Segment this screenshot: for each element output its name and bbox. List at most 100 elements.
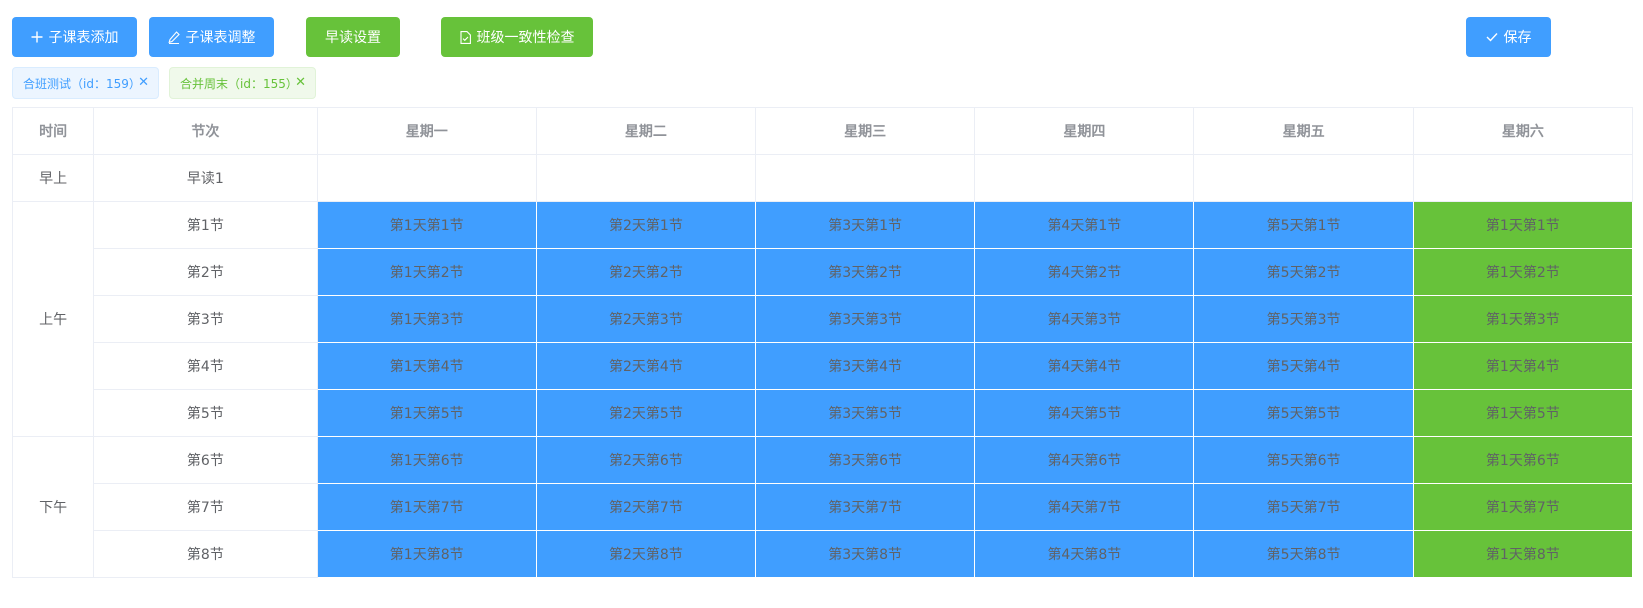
- close-icon[interactable]: ✕: [295, 75, 306, 90]
- table-row: 第2节 第1天第2节 第2天第2节 第3天第2节 第4天第2节 第5天第2节 第…: [13, 248, 1634, 296]
- tag-label: 合班测试（id：159）: [23, 76, 141, 91]
- schedule-cell[interactable]: [535, 154, 757, 202]
- document-check-icon: [459, 30, 471, 44]
- column-header-slot: 节次: [93, 107, 318, 155]
- edit-icon: [167, 30, 180, 44]
- tag-merged-weekend: 合并周末（id：155） ✕: [169, 67, 316, 99]
- schedule-cell[interactable]: 第4天第5节: [974, 389, 1195, 437]
- schedule-cell[interactable]: 第3天第4节: [755, 342, 976, 390]
- save-label: 保存: [1503, 30, 1532, 46]
- table-row: 下午 第6节 第1天第6节 第2天第6节 第3天第6节 第4天第6节 第5天第6…: [11, 436, 1634, 578]
- schedule-cell[interactable]: 第1天第1节: [316, 201, 537, 249]
- schedule-cell[interactable]: [974, 154, 1195, 202]
- column-header-wednesday: 星期三: [755, 107, 976, 155]
- schedule-cell[interactable]: 第1天第4节: [1412, 342, 1634, 390]
- schedule-cell[interactable]: 第4天第7节: [974, 483, 1195, 531]
- tag-merged-class-test: 合班测试（id：159） ✕: [12, 67, 159, 99]
- table-row: 第5节 第1天第5节 第2天第5节 第3天第5节 第4天第5节 第5天第5节 第…: [13, 389, 1634, 437]
- schedule-cell[interactable]: 第2天第5节: [535, 389, 757, 437]
- schedule-cell[interactable]: 第2天第8节: [535, 530, 757, 578]
- schedule-cell[interactable]: 第5天第5节: [1193, 389, 1414, 437]
- table-header-row: 时间 节次 星期一 星期二 星期三 星期四 星期五 星期六: [11, 107, 1634, 155]
- add-subschedule-label: 子课表添加: [48, 30, 119, 46]
- schedule-cell[interactable]: 第1天第4节: [316, 342, 537, 390]
- schedule-cell[interactable]: 第4天第2节: [974, 248, 1195, 296]
- schedule-cell[interactable]: [316, 154, 537, 202]
- schedule-cell[interactable]: 第1天第5节: [1412, 389, 1634, 437]
- schedule-cell[interactable]: [1412, 154, 1634, 202]
- morning-reading-settings-button[interactable]: 早读设置: [306, 17, 400, 57]
- schedule-cell[interactable]: [755, 154, 976, 202]
- schedule-cell[interactable]: 第1天第1节: [1412, 201, 1634, 249]
- schedule-cell[interactable]: 第4天第6节: [974, 436, 1195, 484]
- column-header-saturday: 星期六: [1412, 107, 1634, 155]
- schedule-cell[interactable]: 第1天第8节: [316, 530, 537, 578]
- timetable: 时间 节次 星期一 星期二 星期三 星期四 星期五 星期六 早上 早读1 上午 …: [11, 107, 1634, 578]
- slot-cell: 第5节: [93, 389, 318, 437]
- schedule-cell[interactable]: 第5天第6节: [1193, 436, 1414, 484]
- schedule-cell[interactable]: 第5天第2节: [1193, 248, 1414, 296]
- schedule-cell[interactable]: 第4天第1节: [974, 201, 1195, 249]
- schedule-cell[interactable]: 第1天第6节: [1412, 436, 1634, 484]
- schedule-cell[interactable]: 第1天第3节: [1412, 295, 1634, 343]
- schedule-cell[interactable]: 第5天第3节: [1193, 295, 1414, 343]
- schedule-cell[interactable]: [1193, 154, 1414, 202]
- schedule-cell[interactable]: 第5天第1节: [1193, 201, 1414, 249]
- schedule-cell[interactable]: 第1天第8节: [1412, 530, 1634, 578]
- slot-cell: 第8节: [93, 530, 318, 578]
- tag-label: 合并周末（id：155）: [180, 76, 298, 91]
- schedule-cell[interactable]: 第2天第6节: [535, 436, 757, 484]
- class-consistency-check-label: 班级一致性检查: [476, 30, 575, 46]
- schedule-cell[interactable]: 第2天第1节: [535, 201, 757, 249]
- schedule-cell[interactable]: 第2天第3节: [535, 295, 757, 343]
- save-button[interactable]: 保存: [1466, 17, 1551, 57]
- table-row: 第8节 第1天第8节 第2天第8节 第3天第8节 第4天第8节 第5天第8节 第…: [13, 530, 1634, 578]
- schedule-cell[interactable]: 第1天第7节: [316, 483, 537, 531]
- table-row: 第3节 第1天第3节 第2天第3节 第3天第3节 第4天第3节 第5天第3节 第…: [13, 295, 1634, 343]
- adjust-subschedule-label: 子课表调整: [185, 30, 256, 46]
- table-row: 第7节 第1天第7节 第2天第7节 第3天第7节 第4天第7节 第5天第7节 第…: [13, 483, 1634, 531]
- slot-cell: 第4节: [93, 342, 318, 390]
- schedule-cell[interactable]: 第4天第8节: [974, 530, 1195, 578]
- schedule-cell[interactable]: 第1天第3节: [316, 295, 537, 343]
- schedule-cell[interactable]: 第1天第5节: [316, 389, 537, 437]
- schedule-cell[interactable]: 第5天第4节: [1193, 342, 1414, 390]
- schedule-cell[interactable]: 第4天第3节: [974, 295, 1195, 343]
- schedule-cell[interactable]: 第3天第3节: [755, 295, 976, 343]
- schedule-cell[interactable]: 第1天第6节: [316, 436, 537, 484]
- schedule-cell[interactable]: 第3天第2节: [755, 248, 976, 296]
- period-cell: 上午: [11, 201, 95, 437]
- plus-icon: [31, 31, 43, 43]
- column-header-tuesday: 星期二: [535, 107, 757, 155]
- table-row: 早上 早读1: [11, 154, 1634, 202]
- schedule-cell[interactable]: 第2天第7节: [535, 483, 757, 531]
- slot-cell: 第1节: [93, 201, 318, 249]
- check-icon: [1486, 32, 1498, 42]
- slot-cell: 早读1: [93, 154, 318, 202]
- class-consistency-check-button[interactable]: 班级一致性检查: [441, 17, 593, 57]
- column-header-friday: 星期五: [1193, 107, 1414, 155]
- table-row: 第4节 第1天第4节 第2天第4节 第3天第4节 第4天第4节 第5天第4节 第…: [13, 342, 1634, 390]
- schedule-cell[interactable]: 第2天第4节: [535, 342, 757, 390]
- schedule-cell[interactable]: 第2天第2节: [535, 248, 757, 296]
- column-header-monday: 星期一: [316, 107, 537, 155]
- schedule-cell[interactable]: 第1天第2节: [1412, 248, 1634, 296]
- schedule-cell[interactable]: 第1天第2节: [316, 248, 537, 296]
- add-subschedule-button[interactable]: 子课表添加: [12, 17, 137, 57]
- adjust-subschedule-button[interactable]: 子课表调整: [149, 17, 274, 57]
- schedule-cell[interactable]: 第1天第7节: [1412, 483, 1634, 531]
- slot-cell: 第7节: [93, 483, 318, 531]
- schedule-cell[interactable]: 第4天第4节: [974, 342, 1195, 390]
- schedule-cell[interactable]: 第5天第7节: [1193, 483, 1414, 531]
- schedule-cell[interactable]: 第5天第8节: [1193, 530, 1414, 578]
- schedule-cell[interactable]: 第3天第6节: [755, 436, 976, 484]
- schedule-cell[interactable]: 第3天第1节: [755, 201, 976, 249]
- slot-cell: 第6节: [93, 436, 318, 484]
- schedule-cell[interactable]: 第3天第7节: [755, 483, 976, 531]
- schedule-cell[interactable]: 第3天第5节: [755, 389, 976, 437]
- column-header-time: 时间: [11, 107, 95, 155]
- schedule-cell[interactable]: 第3天第8节: [755, 530, 976, 578]
- period-cell: 下午: [11, 436, 95, 578]
- close-icon[interactable]: ✕: [138, 75, 149, 90]
- column-header-thursday: 星期四: [974, 107, 1195, 155]
